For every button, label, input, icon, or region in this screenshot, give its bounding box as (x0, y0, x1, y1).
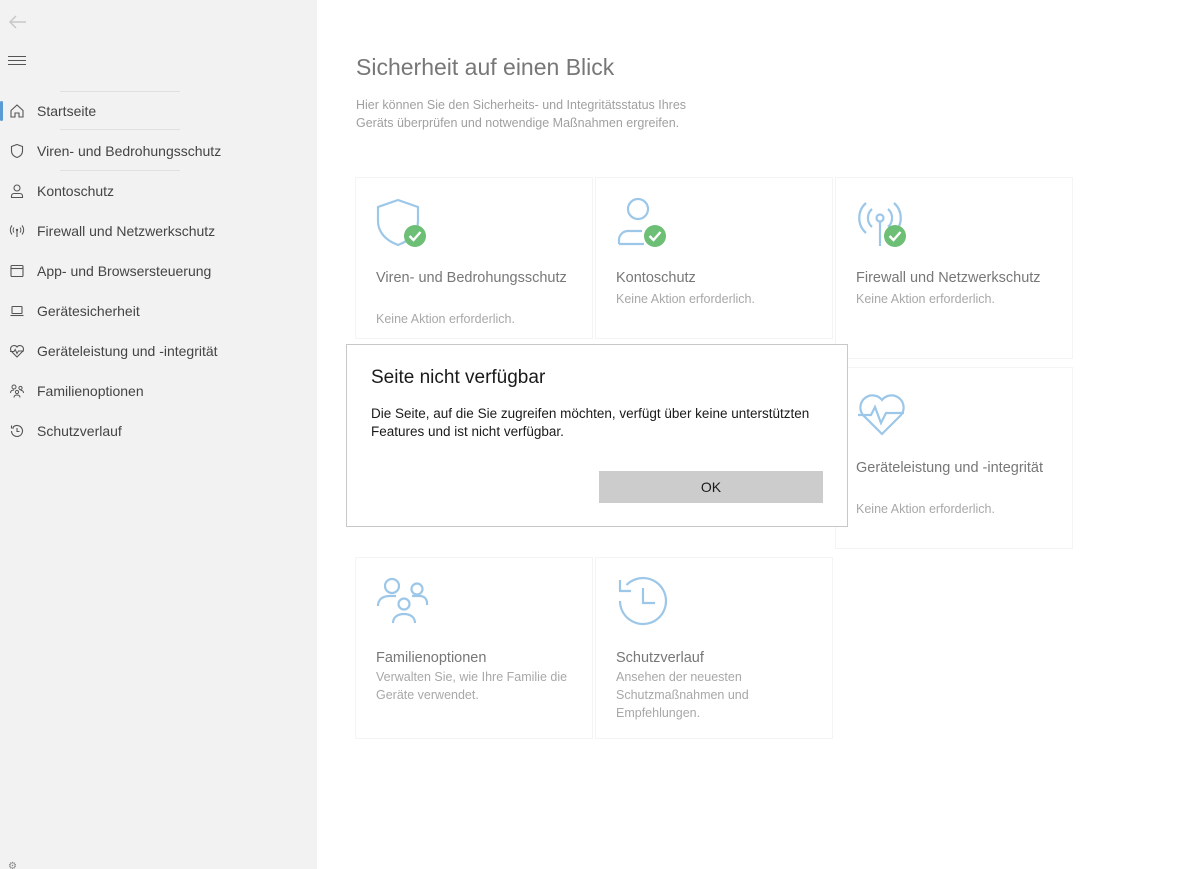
sidebar-item-familienoptionen[interactable]: Familienoptionen (0, 371, 317, 411)
sidebar-item-label: Familienoptionen (37, 383, 144, 399)
tile-geraeteleistung[interactable]: Geräteleistung und -integrität Keine Akt… (836, 368, 1072, 548)
tile-status: Verwalten Sie, wie Ihre Familie die Gerä… (376, 670, 568, 702)
sidebar-item-schutzverlauf[interactable]: Schutzverlauf (0, 411, 317, 451)
page-description: Hier können Sie den Sicherheits- und Int… (356, 98, 687, 130)
sidebar-item-virenschutz[interactable]: Viren- und Bedrohungsschutz (0, 131, 317, 171)
sidebar-item-label: Startseite (37, 103, 97, 119)
sidebar-item-label: Viren- und Bedrohungsschutz (37, 143, 222, 159)
sidebar-item-label: Geräteleistung und -integrität (37, 343, 218, 359)
antenna-icon (9, 223, 25, 239)
dialog-title: Seite nicht verfügbar (371, 367, 546, 388)
divider (60, 91, 180, 92)
tile-schutzverlauf[interactable]: Schutzverlauf Ansehen der neuesten Schut… (596, 558, 832, 738)
family-icon (9, 383, 25, 399)
tile-virenschutz[interactable]: Viren- und Bedrohungsschutz Keine Aktion… (356, 178, 592, 338)
person-icon (9, 183, 25, 199)
tile-status: Ansehen der neuesten Schutzmaßnahmen und… (616, 670, 749, 720)
tile-status: Keine Aktion erforderlich. (856, 502, 995, 516)
laptop-icon (9, 303, 25, 319)
tile-firewall[interactable]: Firewall und Netzwerkschutz Keine Aktion… (836, 178, 1072, 358)
browser-window-icon (9, 263, 25, 279)
sidebar-item-app-browser[interactable]: App- und Browsersteuerung (0, 251, 317, 291)
sidebar-item-kontoschutz[interactable]: Kontoschutz (0, 171, 317, 211)
hamburger-menu-icon[interactable] (8, 56, 26, 70)
tile-title: Firewall und Netzwerkschutz (856, 270, 1041, 286)
tile-kontoschutz[interactable]: Kontoschutz Keine Aktion erforderlich. (596, 178, 832, 338)
history-icon (616, 576, 672, 632)
sidebar-item-label: App- und Browsersteuerung (37, 263, 212, 279)
tile-title: Familienoptionen (376, 650, 487, 666)
divider (60, 129, 180, 130)
sidebar-item-geraetesicherheit[interactable]: Gerätesicherheit (0, 291, 317, 331)
sidebar-item-label: Schutzverlauf (37, 423, 122, 439)
shield-check-icon (376, 196, 432, 252)
back-arrow-icon[interactable] (6, 10, 30, 34)
tile-title: Geräteleistung und -integrität (856, 460, 1043, 476)
heart-pulse-icon (9, 343, 25, 359)
sidebar-item-firewall[interactable]: Firewall und Netzwerkschutz (0, 211, 317, 251)
settings-icon[interactable]: ⚙ (8, 861, 24, 869)
heart-pulse-icon (856, 386, 912, 442)
tile-title: Kontoschutz (616, 270, 696, 286)
ok-button[interactable]: OK (599, 471, 823, 503)
shield-icon (9, 143, 25, 159)
family-icon (376, 576, 432, 632)
sidebar-item-startseite[interactable]: Startseite (0, 91, 317, 131)
error-dialog: Seite nicht verfügbar Die Seite, auf die… (346, 344, 848, 527)
tile-status: Keine Aktion erforderlich. (376, 312, 515, 326)
tile-familienoptionen[interactable]: Familienoptionen Verwalten Sie, wie Ihre… (356, 558, 592, 738)
sidebar: Startseite Viren- und Bedrohungsschutz K… (0, 0, 317, 869)
dialog-message: Die Seite, auf die Sie zugreifen möchten… (371, 406, 810, 439)
sidebar-item-label: Firewall und Netzwerkschutz (37, 223, 216, 239)
antenna-check-icon (856, 196, 912, 252)
sidebar-item-label: Gerätesicherheit (37, 303, 140, 319)
history-icon (9, 423, 25, 439)
home-icon (9, 103, 25, 119)
divider (60, 170, 180, 171)
tile-title: Viren- und Bedrohungsschutz (376, 270, 567, 286)
tile-status: Keine Aktion erforderlich. (616, 292, 755, 306)
tile-title: Schutzverlauf (616, 650, 704, 666)
sidebar-nav: Startseite Viren- und Bedrohungsschutz K… (0, 91, 317, 451)
page-title: Sicherheit auf einen Blick (356, 54, 615, 80)
tile-status: Keine Aktion erforderlich. (856, 292, 995, 306)
sidebar-item-geraeteleistung[interactable]: Geräteleistung und -integrität (0, 331, 317, 371)
sidebar-item-label: Kontoschutz (37, 183, 115, 199)
person-check-icon (616, 196, 672, 252)
